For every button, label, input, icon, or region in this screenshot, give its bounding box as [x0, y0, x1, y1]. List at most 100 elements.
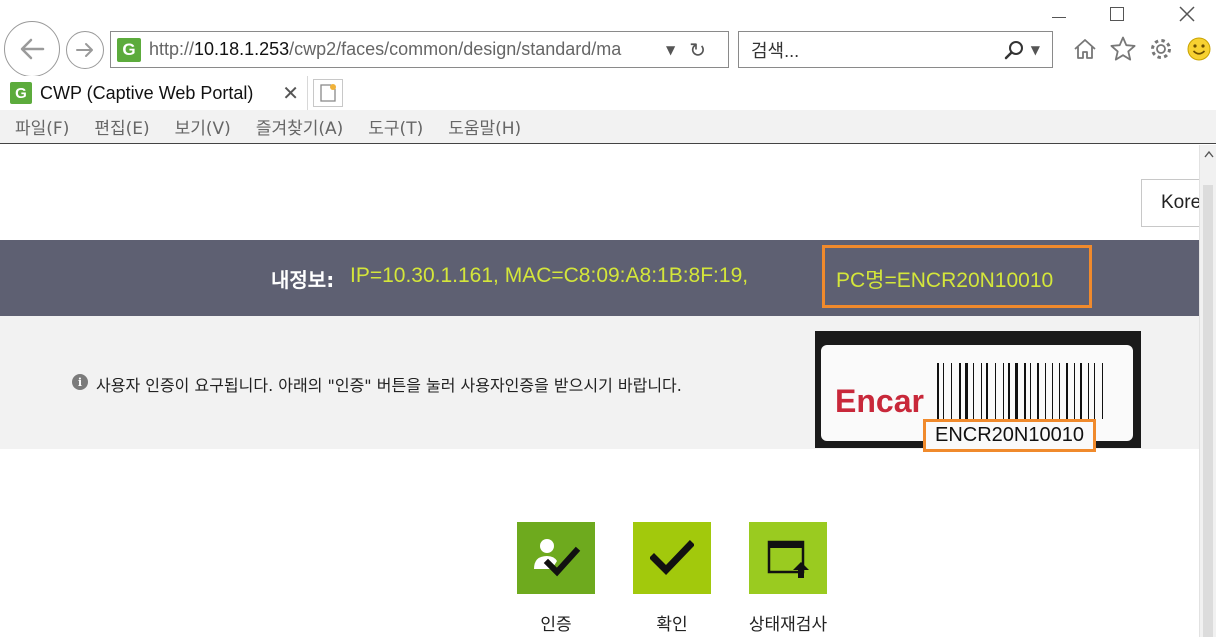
confirm-button[interactable]	[633, 522, 711, 594]
menu-bar: 파일(F) 편집(E) 보기(V) 즐겨찾기(A) 도구(T) 도움말(H)	[0, 110, 1216, 144]
site-favicon-icon: G	[117, 37, 141, 62]
barcode-bar	[1003, 363, 1004, 419]
barcode-bar	[1062, 363, 1063, 419]
search-input[interactable]: 검색...	[751, 37, 1001, 63]
my-info-label: 내정보:	[271, 268, 335, 292]
search-icon[interactable]	[1001, 37, 1027, 63]
barcode-bar	[947, 363, 950, 419]
barcode-bar	[981, 363, 982, 419]
settings-gear-icon[interactable]	[1146, 34, 1176, 64]
barcode-bar	[998, 363, 1000, 419]
menu-help[interactable]: 도움말(H)	[448, 114, 521, 139]
barcode-bar	[1074, 363, 1075, 419]
barcode-bar	[1094, 363, 1095, 419]
barcode-bar	[1090, 363, 1092, 419]
barcode-bar	[995, 363, 996, 419]
back-button[interactable]	[4, 21, 60, 77]
barcode-bar	[1041, 363, 1042, 419]
arrow-left-icon	[20, 38, 45, 60]
barcode-bar	[1084, 363, 1085, 419]
barcode-bar	[1027, 363, 1028, 419]
favorites-star-icon[interactable]	[1108, 34, 1138, 64]
forward-button[interactable]	[66, 31, 104, 69]
barcode-bar	[991, 363, 994, 419]
menu-tools[interactable]: 도구(T)	[368, 114, 423, 139]
barcode-bar	[954, 363, 956, 419]
status-recheck-label: 상태재검사	[748, 615, 828, 635]
address-dropdown-icon[interactable]: ▼	[666, 43, 675, 57]
barcode-bar	[971, 363, 972, 419]
maximize-button[interactable]	[1100, 2, 1134, 26]
refresh-icon[interactable]: ↻	[689, 38, 706, 62]
barcode-bar	[976, 363, 978, 419]
menu-favorites[interactable]: 즐겨찾기(A)	[256, 114, 343, 139]
barcode-bar	[965, 363, 968, 419]
scroll-up-icon[interactable]	[1200, 145, 1216, 162]
barcode-bar	[937, 363, 939, 419]
barcode-bar	[1008, 363, 1010, 419]
barcode-bar	[1045, 363, 1046, 419]
scroll-thumb[interactable]	[1203, 185, 1213, 637]
barcode-bar	[951, 363, 952, 419]
barcode-bar	[1013, 363, 1014, 419]
barcode-bar	[1034, 363, 1036, 419]
asset-label-photo: Encar ENCR20N10010	[815, 331, 1141, 452]
brand-logo: Encar	[835, 383, 924, 419]
vertical-scrollbar[interactable]	[1199, 145, 1216, 637]
search-bar[interactable]: 검색... ▼	[738, 31, 1053, 68]
barcode-bar	[1066, 363, 1068, 419]
barcode-bar	[1056, 363, 1058, 419]
authenticate-button[interactable]	[517, 522, 595, 594]
auth-notice-text: 사용자 인증이 요구됩니다. 아래의 "인증" 버튼을 눌러 사용자인증을 받으…	[96, 376, 682, 395]
barcode-bar	[973, 363, 974, 419]
window-upload-icon	[767, 540, 809, 578]
barcode-bar	[1015, 363, 1018, 419]
close-window-button[interactable]	[1170, 2, 1204, 26]
toolbar-icons	[1070, 34, 1216, 64]
tab-title: CWP (Captive Web Portal)	[40, 82, 254, 103]
barcode-bar	[1020, 363, 1021, 419]
home-icon[interactable]	[1070, 34, 1100, 64]
minimize-button[interactable]	[1042, 2, 1076, 26]
menu-view[interactable]: 보기(V)	[175, 114, 231, 139]
barcode-bar	[983, 363, 984, 419]
tab-cwp[interactable]: G CWP (Captive Web Portal) ✕	[0, 76, 308, 110]
barcode-graphic	[937, 363, 1127, 419]
url-field[interactable]: http://10.18.1.253/cwp2/faces/common/des…	[149, 39, 662, 60]
feedback-smiley-icon[interactable]	[1184, 34, 1214, 64]
info-icon: i	[72, 374, 88, 390]
arrow-right-icon	[76, 43, 93, 57]
barcode-bar	[1024, 363, 1026, 419]
barcode-bar	[1080, 363, 1082, 419]
barcode-bar	[1078, 363, 1079, 419]
barcode-bar	[1102, 363, 1103, 419]
maximize-icon	[1110, 7, 1124, 21]
tab-favicon-icon: G	[10, 82, 32, 104]
barcode-bar	[1030, 363, 1031, 419]
tab-close-icon[interactable]: ✕	[282, 81, 299, 105]
menu-file[interactable]: 파일(F)	[15, 114, 69, 139]
close-icon	[1179, 6, 1195, 22]
barcode-bar	[1088, 363, 1089, 419]
pc-name-highlight	[822, 245, 1092, 308]
new-tab-button[interactable]	[313, 79, 343, 107]
barcode-bar	[1098, 363, 1101, 419]
barcode-bar	[1069, 363, 1072, 419]
minimize-icon	[1052, 16, 1066, 18]
barcode-bar	[1059, 363, 1060, 419]
barcode-bar	[1052, 363, 1053, 419]
ip-mac-value: IP=10.30.1.161, MAC=C8:09:A8:1B:8F:19,	[350, 264, 749, 287]
address-bar[interactable]: G http://10.18.1.253/cwp2/faces/common/d…	[110, 31, 729, 68]
status-recheck-button[interactable]	[749, 522, 827, 594]
user-check-icon	[534, 539, 581, 577]
barcode-bar	[1105, 363, 1107, 419]
menu-edit[interactable]: 편집(E)	[94, 114, 149, 139]
barcode-bar	[962, 363, 963, 419]
url-prefix: http://	[149, 39, 195, 59]
search-dropdown-icon[interactable]: ▼	[1031, 43, 1040, 57]
window-controls	[1016, 0, 1216, 28]
new-tab-icon	[320, 84, 336, 102]
barcode-bar	[959, 363, 961, 419]
barcode-bar	[1037, 363, 1039, 419]
confirm-label: 확인	[656, 615, 688, 635]
